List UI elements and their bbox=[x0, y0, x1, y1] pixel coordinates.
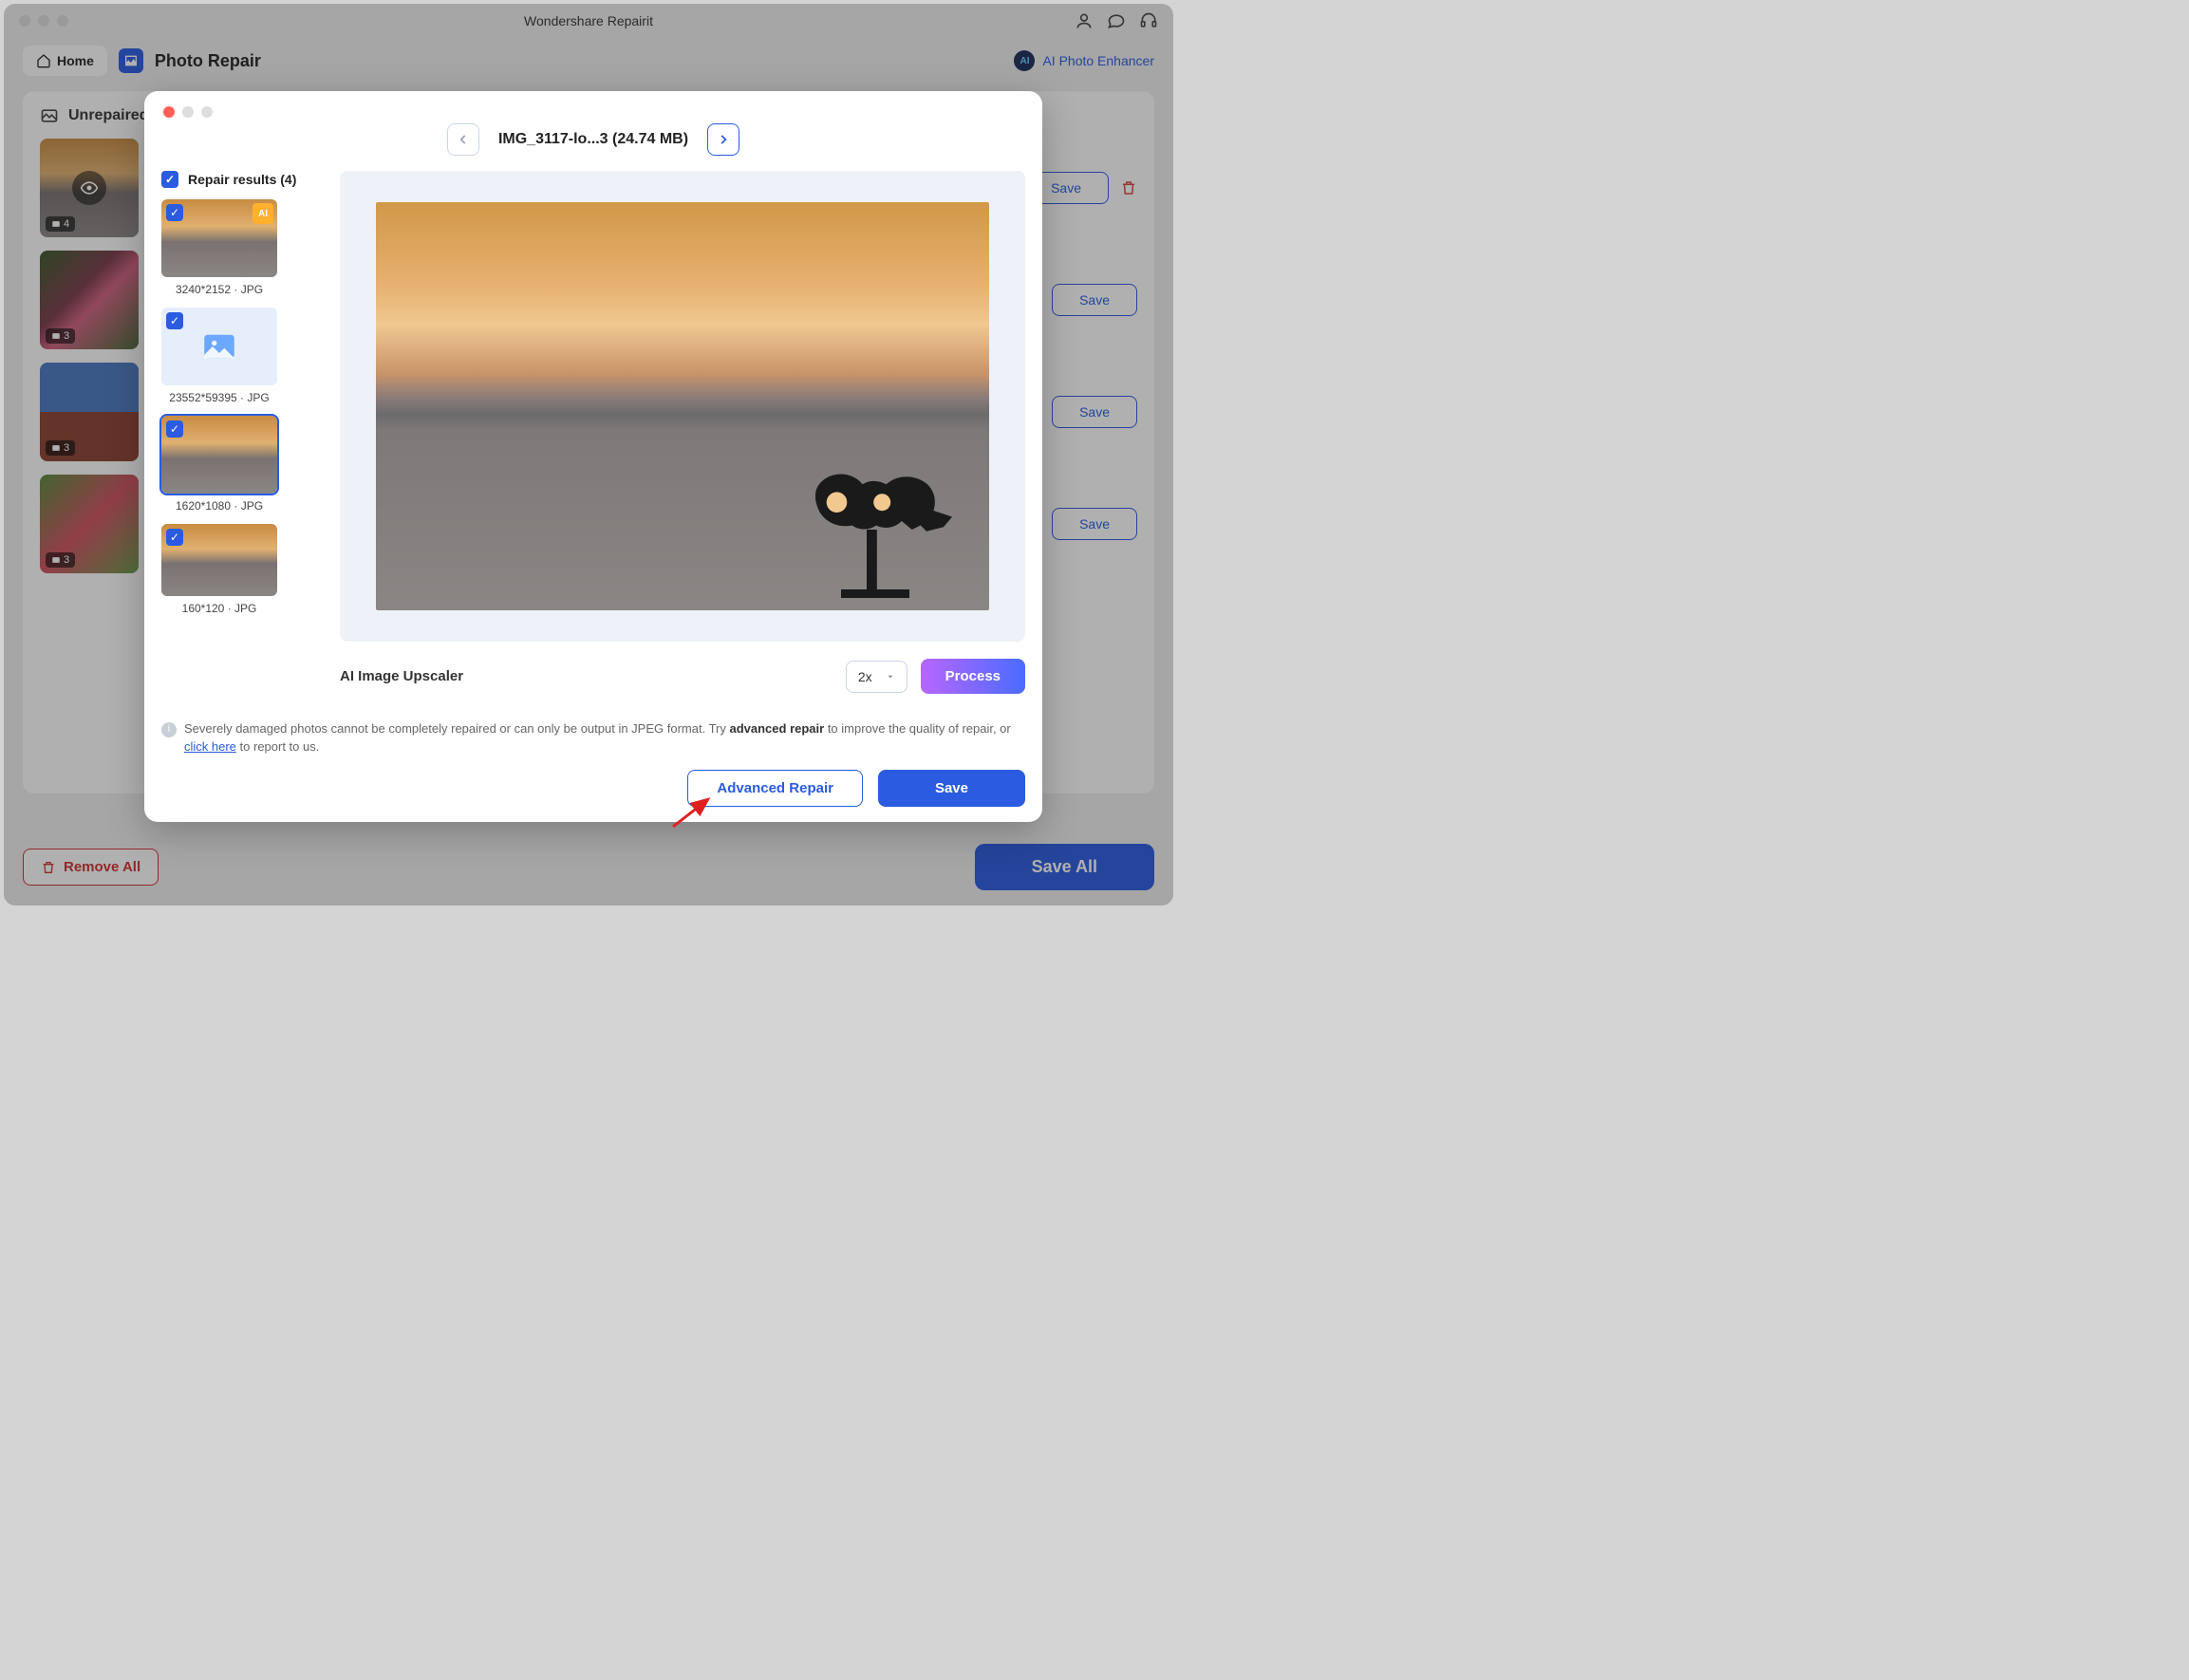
modal-actions: Advanced Repair Save bbox=[161, 770, 1025, 807]
result-label: 160*120 · JPG bbox=[161, 602, 277, 615]
report-link[interactable]: click here bbox=[184, 739, 236, 754]
app-window: Wondershare Repairit Home Photo Repair A… bbox=[4, 4, 1173, 905]
info-note: i Severely damaged photos cannot be comp… bbox=[161, 720, 1025, 756]
result-item[interactable]: ✓ 23552*59395 · JPG bbox=[161, 308, 323, 404]
result-label: 23552*59395 · JPG bbox=[161, 391, 277, 404]
prev-button[interactable] bbox=[447, 123, 479, 156]
info-icon: i bbox=[161, 722, 177, 737]
result-checkbox[interactable]: ✓ bbox=[166, 312, 183, 329]
preview-image bbox=[376, 202, 989, 610]
result-thumbnail: ✓ bbox=[161, 308, 277, 385]
modal-body: ✓ Repair results (4) ✓ AI 3240*2152 · JP… bbox=[161, 171, 1025, 701]
image-placeholder-icon bbox=[199, 327, 239, 366]
preview-modal: IMG_3117-lo...3 (24.74 MB) ✓ Repair resu… bbox=[144, 91, 1042, 822]
results-heading-text: Repair results (4) bbox=[188, 172, 296, 187]
result-checkbox[interactable]: ✓ bbox=[166, 420, 183, 438]
result-thumbnail: ✓ AI bbox=[161, 199, 277, 277]
close-button[interactable] bbox=[163, 106, 175, 118]
result-thumbnail-selected: ✓ bbox=[161, 416, 277, 494]
save-button-modal[interactable]: Save bbox=[878, 770, 1025, 807]
modal-traffic-lights bbox=[161, 104, 1025, 125]
upscaler-value: 2x bbox=[858, 669, 872, 684]
results-heading: ✓ Repair results (4) bbox=[161, 171, 323, 188]
minimize-button bbox=[182, 106, 194, 118]
file-name: IMG_3117-lo...3 (24.74 MB) bbox=[498, 131, 688, 148]
result-label: 1620*1080 · JPG bbox=[161, 499, 277, 513]
next-button[interactable] bbox=[707, 123, 739, 156]
ai-badge: AI bbox=[253, 203, 273, 224]
modal-titlebar: IMG_3117-lo...3 (24.74 MB) bbox=[161, 123, 1025, 156]
result-label: 3240*2152 · JPG bbox=[161, 283, 277, 296]
results-checkbox[interactable]: ✓ bbox=[161, 171, 178, 188]
process-button[interactable]: Process bbox=[921, 659, 1025, 694]
upscaler-select[interactable]: 2x bbox=[846, 661, 907, 693]
preview-column: AI Image Upscaler 2x Process bbox=[340, 171, 1025, 701]
upscaler-title: AI Image Upscaler bbox=[340, 668, 463, 684]
sculpture-silhouette bbox=[790, 458, 961, 601]
upscaler-row: AI Image Upscaler 2x Process bbox=[340, 659, 1025, 694]
chevron-down-icon bbox=[886, 672, 895, 681]
results-column: ✓ Repair results (4) ✓ AI 3240*2152 · JP… bbox=[161, 171, 323, 701]
result-item[interactable]: ✓ AI 3240*2152 · JPG bbox=[161, 199, 323, 296]
result-thumbnail: ✓ bbox=[161, 524, 277, 596]
result-checkbox[interactable]: ✓ bbox=[166, 204, 183, 221]
info-text: Severely damaged photos cannot be comple… bbox=[184, 720, 1025, 756]
result-checkbox[interactable]: ✓ bbox=[166, 529, 183, 546]
advanced-repair-button[interactable]: Advanced Repair bbox=[687, 770, 863, 807]
result-item[interactable]: ✓ 1620*1080 · JPG bbox=[161, 416, 323, 513]
preview-box bbox=[340, 171, 1025, 642]
zoom-button bbox=[201, 106, 213, 118]
result-item[interactable]: ✓ 160*120 · JPG bbox=[161, 524, 323, 615]
